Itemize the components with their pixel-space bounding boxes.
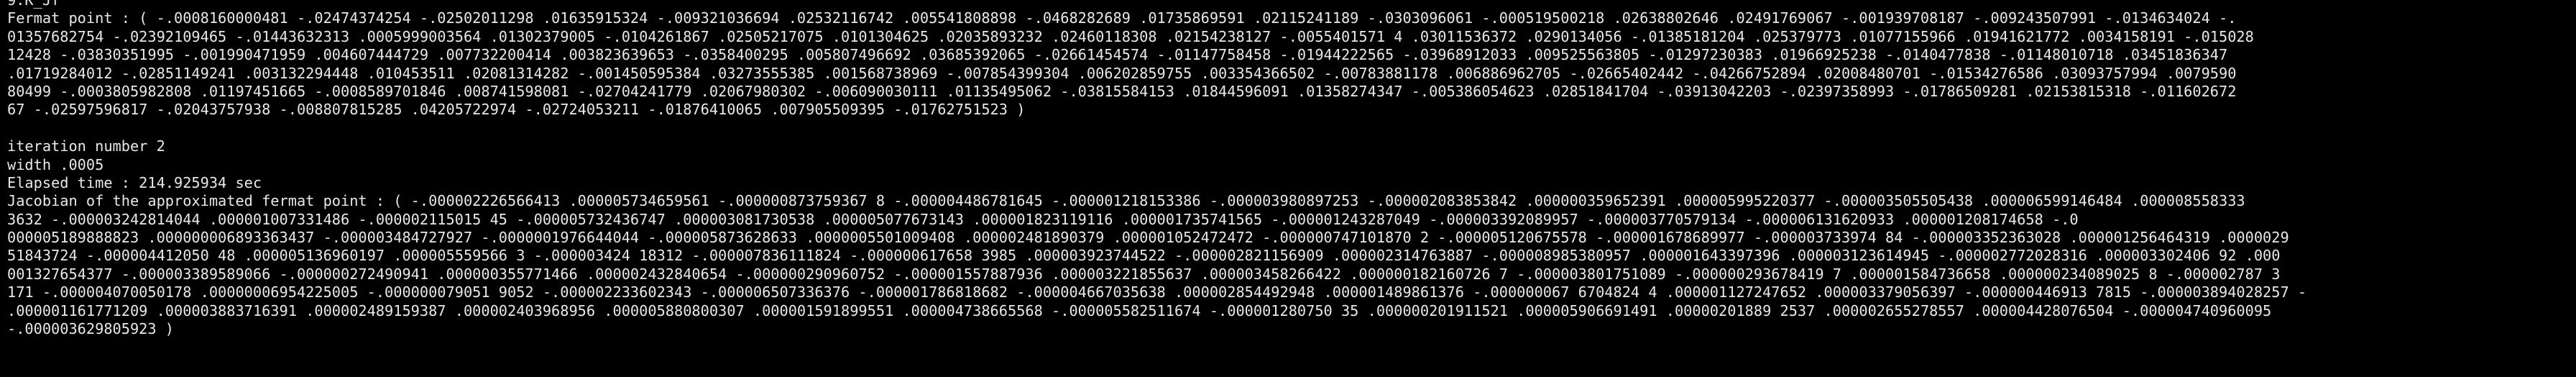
terminal-line: 51843724 -.000004412050 48 .000005136960…: [7, 247, 2281, 265]
jacobian-line: Jacobian of the approximated fermat poin…: [7, 192, 2245, 210]
width-line: width .0005: [7, 155, 104, 173]
terminal-line: 9.K_Jf: [7, 0, 60, 9]
terminal-line: 01357682754 -.02392109465 -.01443632313 …: [7, 27, 2254, 45]
terminal-line: 67 -.02597596817 -.02043757938 -.0088078…: [7, 101, 1026, 119]
terminal-line: 12428 -.03830351995 -.001990471959 .0046…: [7, 46, 2228, 64]
elapsed-time-line: Elapsed time : 214.925934 sec: [7, 173, 262, 191]
fermat-point-line: Fermat point : ( -.0008160000481 -.02474…: [7, 9, 2237, 27]
iteration-number-line: iteration number 2: [7, 137, 165, 155]
terminal-line: .01719284012 -.02851149241 .003132294448…: [7, 64, 2237, 82]
terminal-line: 3632 -.000003242814044 .000001007331486 …: [7, 210, 2079, 228]
terminal-line: 80499 -.0003805982808 .01197451665 -.000…: [7, 82, 2237, 100]
terminal-line: 000005189888823 .000000006893363437 -.00…: [7, 229, 2289, 247]
terminal-window[interactable]: 9.K_Jf Fermat point : ( -.0008160000481 …: [0, 0, 2576, 377]
terminal-line: 001327654377 -.000003389589066 -.0000002…: [7, 265, 2281, 283]
terminal-line: -.000003629805923 ): [7, 320, 174, 338]
terminal-line: 171 -.000004070050178 .00000006954225005…: [7, 283, 2307, 301]
terminal-line: .000001161771209 .000003883716391 .00000…: [7, 301, 2272, 319]
